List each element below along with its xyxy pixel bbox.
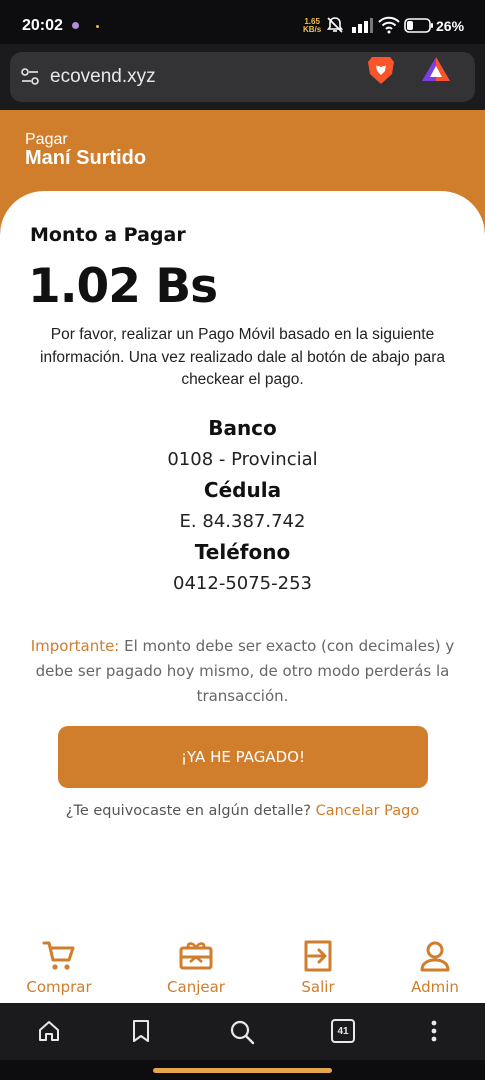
nav-label-admin: Admin [411, 978, 459, 996]
phone-value: 0412-5075-253 [173, 573, 312, 594]
bank-value: 0108 - Provincial [167, 449, 318, 470]
phone-label: Teléfono [194, 540, 291, 564]
gesture-handle[interactable] [153, 1068, 332, 1073]
status-time: 20:02 [22, 17, 63, 34]
bookmark-icon[interactable] [131, 1019, 151, 1043]
gesture-bar [0, 1060, 485, 1080]
browser-toolbar: 41 [0, 1003, 485, 1060]
search-icon[interactable] [229, 1019, 255, 1045]
exit-icon [304, 940, 332, 972]
notification-small-dot-icon [96, 25, 99, 28]
gift-card-icon [179, 942, 213, 970]
user-icon [420, 941, 450, 972]
site-settings-icon[interactable] [20, 67, 40, 87]
already-paid-button[interactable]: ¡YA HE PAGADO! [58, 726, 428, 788]
cancel-row: ¿Te equivocaste en algún detalle? Cancel… [0, 803, 485, 819]
amount-value: 1.02 Bs [28, 259, 218, 314]
brave-shields-icon[interactable] [366, 54, 396, 86]
payment-details: Banco 0108 - Provincial Cédula E. 84.387… [0, 413, 485, 599]
url-text: ecovend.xyz [50, 66, 156, 87]
browser-address-bar: ecovend.xyz [0, 44, 485, 110]
bank-label: Banco [208, 416, 277, 440]
brave-rewards-icon[interactable] [421, 56, 451, 82]
nav-label-canjear: Canjear [167, 978, 225, 996]
cart-icon [42, 941, 75, 970]
payment-instructions: Por favor, realizar un Pago Móvil basado… [40, 326, 445, 388]
id-label: Cédula [203, 478, 282, 502]
amount-label: Monto a Pagar [30, 224, 186, 246]
important-notice: Importante: El monto debe ser exacto (co… [25, 634, 460, 709]
mute-bell-icon [326, 17, 344, 33]
wifi-icon [378, 16, 400, 34]
home-icon[interactable] [37, 1019, 61, 1043]
signal-icon [352, 18, 373, 33]
battery-icon [404, 18, 433, 33]
network-speed-unit: KB/s [303, 25, 322, 34]
battery-level: 26% [436, 18, 465, 34]
nav-item-salir[interactable]: Salir [268, 938, 368, 996]
id-value: E. 84.387.742 [179, 511, 306, 532]
bottom-nav: Comprar Canjear Salir Admin [0, 924, 485, 1003]
nav-item-canjear[interactable]: Canjear [146, 938, 246, 996]
nav-label-comprar: Comprar [26, 978, 92, 996]
nav-item-admin[interactable]: Admin [385, 938, 485, 996]
header-title: Maní Surtido [25, 147, 147, 169]
status-bar: 20:02 1.65 KB/s 26% [0, 0, 485, 44]
notification-dot-icon [72, 22, 79, 29]
network-speed: 1.65 KB/s [303, 18, 321, 34]
nav-label-salir: Salir [301, 978, 335, 996]
tabs-button[interactable]: 41 [331, 1019, 355, 1043]
payment-card: Monto a Pagar 1.02 Bs Por favor, realiza… [0, 191, 485, 1003]
url-field[interactable]: ecovend.xyz [10, 52, 475, 102]
important-keyword: Importante: [30, 637, 120, 655]
cancel-prompt: ¿Te equivocaste en algún detalle? [65, 803, 316, 819]
nav-item-comprar[interactable]: Comprar [9, 938, 109, 996]
more-menu-icon[interactable] [430, 1019, 438, 1043]
cancel-payment-link[interactable]: Cancelar Pago [316, 803, 420, 819]
